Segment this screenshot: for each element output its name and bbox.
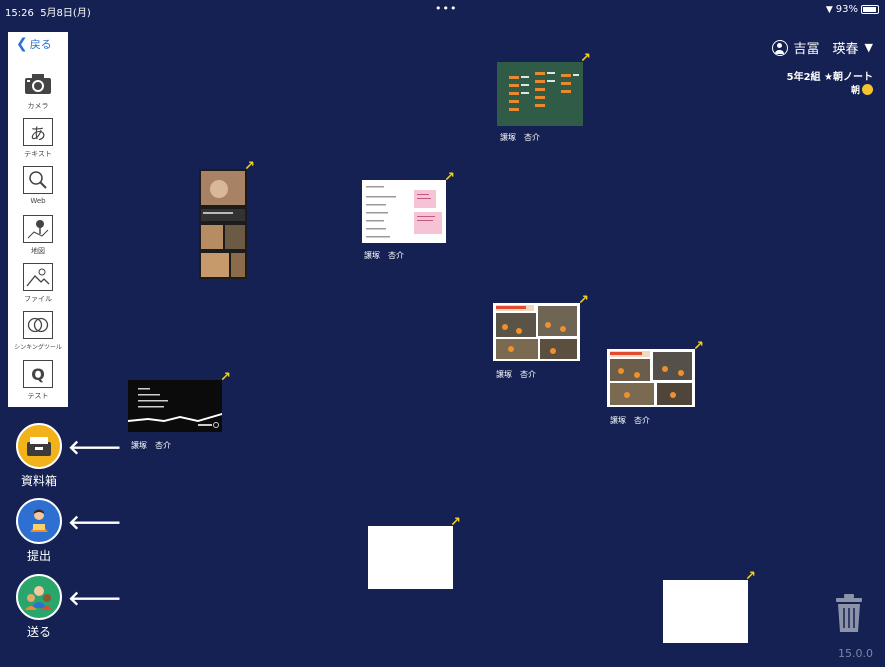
test-icon: Q xyxy=(23,360,53,388)
tool-camera[interactable]: カメラ xyxy=(8,70,68,111)
arrow-left-icon: 🡐 xyxy=(68,510,122,534)
card-thumbnail xyxy=(493,303,580,361)
tool-text-label: テキスト xyxy=(24,150,52,158)
note-subtitle: 朝 xyxy=(851,83,873,96)
submit-button[interactable]: 🡐 提出 xyxy=(16,498,122,564)
tool-web[interactable]: Web xyxy=(8,166,68,205)
file-image-icon xyxy=(23,263,53,291)
web-search-icon xyxy=(23,166,53,194)
submit-label: 提出 xyxy=(26,549,51,563)
card-thumbnail xyxy=(497,62,583,126)
open-arrow-icon[interactable]: ↗ xyxy=(580,51,591,66)
send-label: 送る xyxy=(26,625,51,639)
card-thumbnail xyxy=(128,380,222,432)
multitask-dots[interactable]: ••• xyxy=(435,2,457,15)
tool-thinking-label: シンキングツール xyxy=(14,344,62,351)
status-bar: 15:26 5月8日(月) ••• ▼ 93% xyxy=(0,0,885,20)
document-box-icon xyxy=(16,423,62,469)
tool-test-label: テスト xyxy=(27,392,49,400)
open-arrow-icon[interactable]: ↗ xyxy=(444,170,455,185)
card-author: 譲塚 杏介 xyxy=(496,370,536,379)
open-arrow-icon[interactable]: ↗ xyxy=(693,339,704,354)
tool-web-label: Web xyxy=(30,197,46,205)
card-author: 譲塚 杏介 xyxy=(364,251,404,260)
tool-thinking[interactable]: シンキングツール xyxy=(8,311,68,351)
card-thumbnail xyxy=(663,580,748,643)
document-box-label: 資料箱 xyxy=(20,474,57,488)
text-icon: あ xyxy=(23,118,53,146)
tool-file-label: ファイル xyxy=(24,295,52,303)
thinking-tool-icon xyxy=(23,311,53,339)
tool-text[interactable]: あ テキスト xyxy=(8,118,68,159)
document-box-button[interactable]: 🡐 資料箱 xyxy=(16,423,122,489)
tool-test[interactable]: Q テスト xyxy=(8,360,68,401)
tool-map-label: 地図 xyxy=(31,247,45,255)
card-thumbnail xyxy=(607,349,695,407)
send-people-icon xyxy=(16,574,62,620)
tool-file[interactable]: ファイル xyxy=(8,263,68,304)
arrow-left-icon: 🡐 xyxy=(68,435,122,459)
user-name: 吉冨 瑛春 xyxy=(793,42,859,57)
open-arrow-icon[interactable]: ↗ xyxy=(578,293,589,308)
status-time: 15:26 5月8日(月) xyxy=(5,8,91,19)
map-icon xyxy=(23,215,53,243)
send-button[interactable]: 🡐 送る xyxy=(16,574,122,640)
submit-person-icon xyxy=(16,498,62,544)
back-button[interactable]: ❮ 戻る xyxy=(16,36,52,52)
note-title: 5年2組 ★朝ノート xyxy=(786,72,873,83)
card-author: 譲塚 杏介 xyxy=(500,133,540,142)
tool-camera-label: カメラ xyxy=(27,102,49,110)
battery-percent: 93% xyxy=(835,4,858,15)
open-arrow-icon[interactable]: ↗ xyxy=(220,370,231,385)
user-menu[interactable]: 吉冨 瑛春 ▼ xyxy=(771,38,873,57)
open-arrow-icon[interactable]: ↗ xyxy=(244,159,255,174)
battery-icon xyxy=(861,5,879,14)
arrow-left-icon: 🡐 xyxy=(68,586,122,610)
chevron-left-icon: ❮ xyxy=(16,36,28,52)
card-author: 譲塚 杏介 xyxy=(610,416,650,425)
chevron-down-icon: ▼ xyxy=(864,41,873,54)
wifi-icon: ▼ xyxy=(825,4,833,15)
tool-palette: ❮ 戻る カメラ あ テキスト Web 地図 ファイル シンキングツール Q テ… xyxy=(8,32,68,407)
version-label: 15.0.0 xyxy=(838,647,873,660)
tool-map[interactable]: 地図 xyxy=(8,215,68,256)
card-thumbnail xyxy=(362,180,446,243)
trash-icon[interactable] xyxy=(834,593,864,633)
card-thumbnail xyxy=(368,526,453,589)
card-author: 譲塚 杏介 xyxy=(131,441,171,450)
back-label: 戻る xyxy=(29,38,52,51)
open-arrow-icon[interactable]: ↗ xyxy=(450,515,461,530)
status-right: ▼ 93% xyxy=(826,4,879,15)
note-subtitle-text: 朝 xyxy=(850,86,860,96)
camera-icon xyxy=(23,70,53,98)
user-icon xyxy=(771,39,788,56)
open-arrow-icon[interactable]: ↗ xyxy=(745,569,756,584)
card-thumbnail xyxy=(199,169,247,279)
face-emoji-icon xyxy=(862,84,873,95)
